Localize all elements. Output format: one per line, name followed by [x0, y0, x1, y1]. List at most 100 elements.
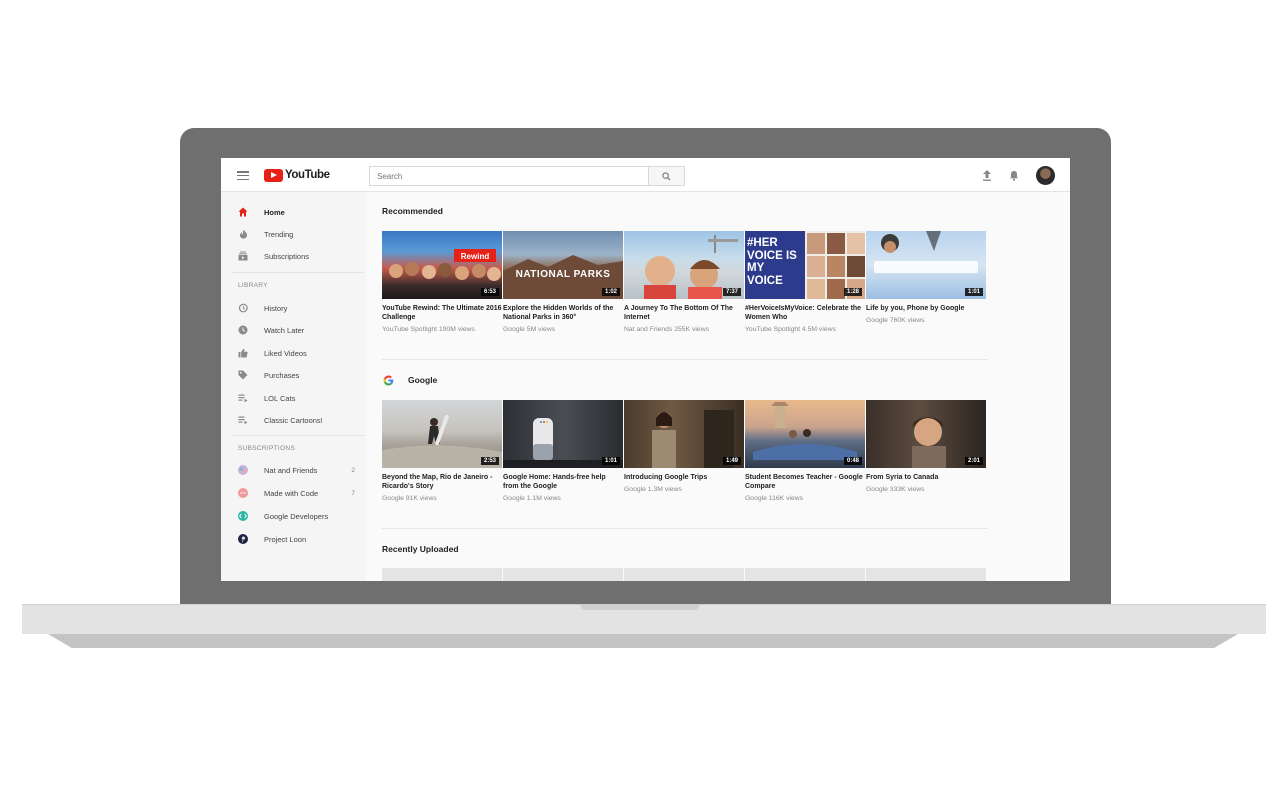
- video-card[interactable]: 1:01 Google Home: Hands-free help from t…: [503, 400, 623, 502]
- youtube-logo[interactable]: YouTube: [264, 168, 330, 182]
- thumbnail-overlay-text: NATIONAL PARKS: [515, 269, 611, 280]
- sidebar-item-label: Purchases: [264, 370, 300, 380]
- laptop-base-bottom: [48, 634, 1238, 648]
- video-thumbnail[interactable]: 7:37: [624, 231, 744, 299]
- shelf-title-recommended[interactable]: Recommended: [382, 206, 443, 216]
- video-duration: 1:02: [601, 288, 620, 296]
- shelf-title-recently-uploaded[interactable]: Recently Uploaded: [382, 544, 459, 554]
- video-thumbnail[interactable]: NATIONAL PARKS 1:02: [503, 231, 623, 299]
- sidebar-item-purchases[interactable]: Purchases: [221, 365, 366, 385]
- video-meta: Google 1.1M views: [503, 495, 561, 502]
- sidebar-item-project-loon[interactable]: Project Loon: [221, 529, 366, 549]
- sidebar-item-history[interactable]: History: [221, 298, 366, 318]
- sidebar-item-classic-cartoons[interactable]: Classic Cartoons!: [221, 410, 366, 430]
- upload-icon[interactable]: [981, 169, 993, 181]
- sidebar-item-lol-cats[interactable]: LOL Cats: [221, 388, 366, 408]
- video-thumbnail[interactable]: 1:01: [866, 231, 986, 299]
- sidebar-item-watch-later[interactable]: Watch Later: [221, 320, 366, 340]
- video-thumbnail[interactable]: 1:49: [624, 400, 744, 468]
- video-card[interactable]: 0:48 Student Becomes Teacher - Google Co…: [745, 400, 865, 502]
- video-title[interactable]: Google Home: Hands-free help from the Go…: [503, 473, 623, 491]
- video-title[interactable]: A Journey To The Bottom Of The Internet: [624, 304, 744, 322]
- video-title[interactable]: Student Becomes Teacher - Google Compare: [745, 473, 865, 491]
- video-duration: 1:01: [601, 457, 620, 465]
- channel-avatar: [238, 488, 248, 498]
- sidebar-item-subscriptions[interactable]: Subscriptions: [221, 246, 366, 266]
- sidebar-item-label: Liked Videos: [264, 348, 307, 358]
- channel-avatar: [238, 465, 248, 475]
- video-card[interactable]: Rewind 6:53 YouTube Rewind: The Ultimate…: [382, 231, 502, 333]
- library-section-title: LIBRARY: [238, 282, 268, 289]
- video-duration: 6:53: [480, 288, 499, 296]
- sidebar-item-label: Home: [264, 207, 285, 217]
- video-card[interactable]: 1:01 Life by you, Phone by Google Google…: [866, 231, 986, 324]
- video-title[interactable]: #HerVoiceIsMyVoice: Celebrate the Women …: [745, 304, 865, 322]
- sidebar-item-label: Watch Later: [264, 325, 305, 335]
- channel-avatar: [238, 534, 248, 544]
- sidebar-divider: [231, 435, 364, 436]
- video-duration: 1:49: [722, 457, 741, 465]
- sidebar-item-label: LOL Cats: [264, 393, 296, 403]
- sidebar-item-label: History: [264, 303, 288, 313]
- laptop-notch: [580, 604, 700, 610]
- video-card[interactable]: 1:49 Introducing Google Trips Google 1.3…: [624, 400, 744, 493]
- video-title[interactable]: YouTube Rewind: The Ultimate 2016 Challe…: [382, 304, 502, 322]
- video-card[interactable]: 7:37 A Journey To The Bottom Of The Inte…: [624, 231, 744, 333]
- guide-sidebar: Home Trending Subscriptions LIBRARY Hist…: [221, 192, 366, 581]
- video-title[interactable]: Life by you, Phone by Google: [866, 304, 986, 313]
- channel-avatar: [238, 511, 248, 521]
- home-icon: [238, 207, 248, 217]
- sidebar-item-label: Trending: [264, 229, 294, 239]
- shelf-divider: [382, 359, 988, 360]
- video-title[interactable]: From Syria to Canada: [866, 473, 986, 482]
- video-meta: Google 5M views: [503, 326, 556, 333]
- video-card[interactable]: NATIONAL PARKS 1:02 Explore the Hidden W…: [503, 231, 623, 333]
- video-meta: Google 1.3M views: [624, 486, 682, 493]
- sidebar-item-label: Classic Cartoons!: [264, 415, 323, 425]
- video-title[interactable]: Beyond the Map, Rio de Janeiro - Ricardo…: [382, 473, 502, 491]
- video-duration: 0:48: [843, 457, 862, 465]
- history-icon: [238, 303, 248, 313]
- video-thumbnail[interactable]: Rewind 6:53: [382, 231, 502, 299]
- sidebar-item-label: Project Loon: [264, 534, 307, 544]
- sidebar-item-label: Subscriptions: [264, 251, 310, 261]
- video-thumbnail[interactable]: 0:48: [745, 400, 865, 468]
- thumbs-up-icon: [238, 348, 248, 358]
- clock-icon: [238, 325, 248, 335]
- video-thumbnail[interactable]: #HER VOICE IS MY VOICE 1:28: [745, 231, 865, 299]
- video-duration: 1:01: [964, 288, 983, 296]
- video-title[interactable]: Explore the Hidden Worlds of the Nationa…: [503, 304, 623, 322]
- video-duration: 1:28: [843, 288, 862, 296]
- video-meta: YouTube Spotlight 4.5M views: [745, 326, 836, 333]
- logo-text: YouTube: [285, 169, 330, 181]
- video-card[interactable]: #HER VOICE IS MY VOICE 1:28 #HerVoiceIsM…: [745, 231, 865, 333]
- sidebar-item-google-developers[interactable]: Google Developers: [221, 506, 366, 526]
- search-button[interactable]: [649, 166, 685, 186]
- video-duration: 7:37: [722, 288, 741, 296]
- menu-icon[interactable]: [237, 171, 249, 181]
- sidebar-item-home[interactable]: Home: [221, 202, 366, 222]
- video-thumbnail-placeholder: [745, 568, 865, 581]
- video-meta: YouTube Spotlight 190M views: [382, 326, 475, 333]
- account-avatar[interactable]: [1036, 166, 1055, 185]
- sidebar-item-made-with-code[interactable]: Made with Code 7: [221, 483, 366, 503]
- video-meta: Nat and Friends 255K views: [624, 326, 710, 333]
- video-card[interactable]: 2:53 Beyond the Map, Rio de Janeiro - Ri…: [382, 400, 502, 502]
- video-card[interactable]: 2:01 From Syria to Canada Google 333K vi…: [866, 400, 986, 493]
- sidebar-item-nat-and-friends[interactable]: Nat and Friends 2: [221, 460, 366, 480]
- google-logo-icon[interactable]: [383, 373, 394, 391]
- sidebar-item-label: Made with Code: [264, 488, 319, 498]
- video-title[interactable]: Introducing Google Trips: [624, 473, 744, 482]
- sidebar-item-label: Nat and Friends: [264, 465, 318, 475]
- video-thumbnail[interactable]: 2:01: [866, 400, 986, 468]
- laptop-screen: YouTube Home Trending Subscriptions LIBR…: [221, 158, 1070, 581]
- video-thumbnail[interactable]: 2:53: [382, 400, 502, 468]
- play-logo-icon: [264, 168, 283, 182]
- video-thumbnail[interactable]: 1:01: [503, 400, 623, 468]
- search-input[interactable]: [369, 166, 649, 186]
- flame-icon: [238, 229, 248, 239]
- notifications-bell-icon[interactable]: [1008, 169, 1020, 181]
- sidebar-item-trending[interactable]: Trending: [221, 224, 366, 244]
- sidebar-item-liked-videos[interactable]: Liked Videos: [221, 343, 366, 363]
- shelf-title-google[interactable]: Google: [408, 375, 437, 385]
